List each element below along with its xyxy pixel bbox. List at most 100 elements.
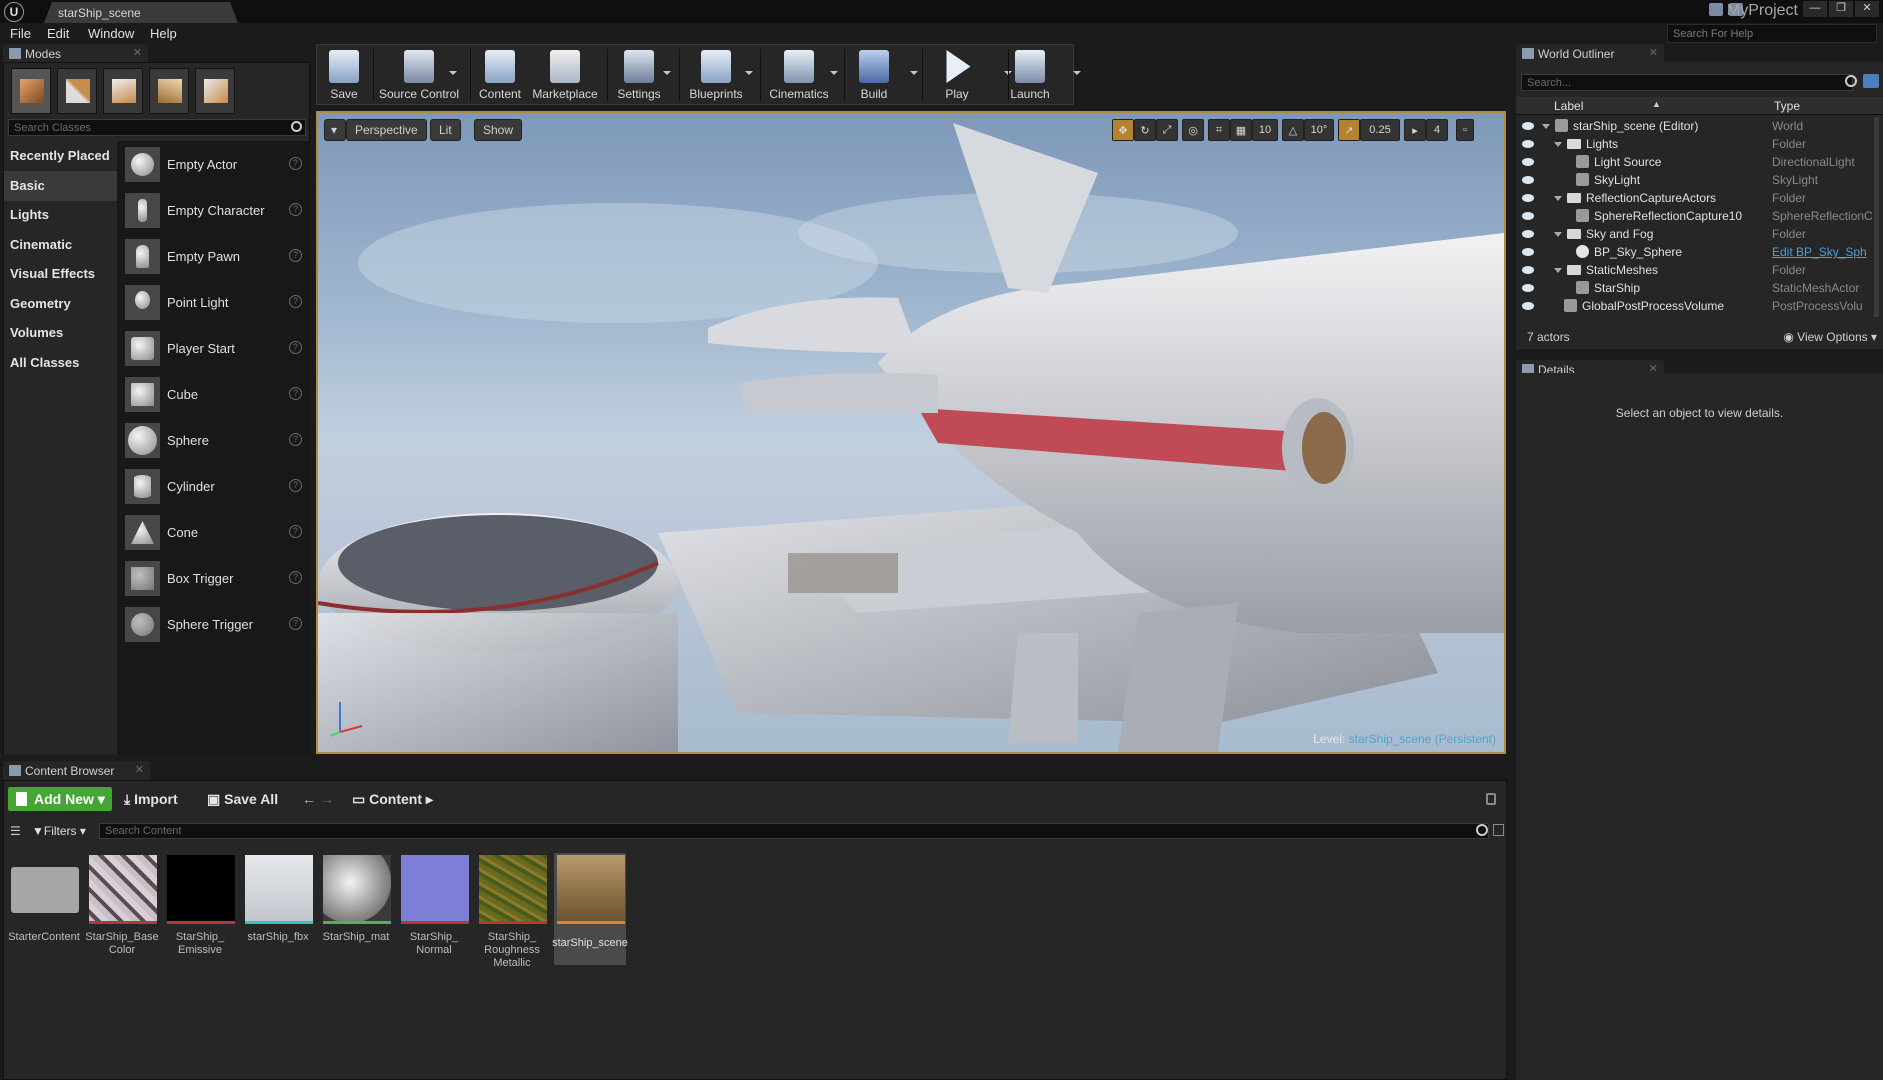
menu-file[interactable]: File (10, 26, 31, 41)
history-back-button[interactable]: ← (302, 787, 316, 811)
viewport-options-button[interactable]: ▾ (324, 119, 346, 141)
scale-snap-icon[interactable]: ↗ (1338, 119, 1360, 141)
path-breadcrumb[interactable]: ▭ Content ▸ (352, 787, 433, 811)
lock-icon[interactable] (1486, 793, 1496, 805)
asset-tile[interactable]: StarShip_mat (320, 853, 392, 973)
menu-edit[interactable]: Edit (47, 26, 69, 41)
asset-tile-selected[interactable]: starShip_scene (552, 853, 628, 965)
scale-tool-icon[interactable]: ⤢ (1156, 119, 1178, 141)
landscape-mode-button[interactable] (103, 68, 143, 114)
maximize-viewport-icon[interactable]: ▫ (1456, 119, 1474, 141)
category-cinematic[interactable]: Cinematic (4, 230, 117, 260)
visibility-eye-icon[interactable] (1522, 122, 1534, 130)
build-button[interactable]: Build (848, 45, 918, 105)
marketplace-button[interactable]: Marketplace (529, 45, 601, 105)
outliner-row[interactable]: BP_Sky_Sphere Edit BP_Sky_Sph (1516, 243, 1876, 261)
outliner-row[interactable]: StaticMeshes Folder (1516, 261, 1876, 279)
filters-button[interactable]: ▼Filters ▾ (32, 824, 86, 838)
world-space-icon[interactable]: ◎ (1182, 119, 1204, 141)
save-all-button[interactable]: ▣ Save All (207, 787, 278, 811)
close-icon[interactable]: ✕ (1649, 46, 1658, 59)
list-item[interactable]: Box Trigger? (117, 557, 310, 601)
help-search-input[interactable]: Search For Help (1667, 24, 1877, 43)
asset-tile[interactable]: StarterContent (8, 853, 80, 973)
add-new-button[interactable]: Add New ▾ (8, 787, 112, 811)
list-item[interactable]: Empty Character? (117, 189, 310, 233)
close-icon[interactable]: ✕ (133, 46, 142, 59)
save-search-icon[interactable] (1493, 824, 1504, 836)
scale-snap-value[interactable]: 0.25 (1360, 119, 1400, 141)
visibility-eye-icon[interactable] (1522, 302, 1534, 310)
asset-tile[interactable]: StarShip_Base Color (85, 853, 159, 973)
category-recently-placed[interactable]: Recently Placed (4, 141, 117, 171)
visibility-eye-icon[interactable] (1522, 230, 1534, 238)
close-button[interactable]: ✕ (1855, 1, 1879, 17)
history-forward-button[interactable]: → (320, 787, 334, 811)
help-icon[interactable]: ? (289, 157, 302, 170)
blueprints-button[interactable]: Blueprints (683, 45, 753, 105)
geometry-mode-button[interactable] (195, 68, 235, 114)
settings-button[interactable]: Settings (611, 45, 671, 105)
edit-blueprint-link[interactable]: Edit BP_Sky_Sph (1772, 245, 1867, 259)
list-item[interactable]: Cube? (117, 373, 310, 417)
visibility-eye-icon[interactable] (1522, 212, 1534, 220)
category-volumes[interactable]: Volumes (4, 318, 117, 348)
help-icon[interactable]: ? (289, 433, 302, 446)
list-item[interactable]: Empty Actor? (117, 143, 310, 187)
help-icon[interactable]: ? (289, 387, 302, 400)
category-visual-effects[interactable]: Visual Effects (4, 259, 117, 289)
play-button[interactable]: Play (926, 45, 1012, 105)
view-options-button[interactable]: ◉ View Options ▾ (1783, 330, 1877, 344)
category-lights[interactable]: Lights (4, 200, 117, 230)
menu-window[interactable]: Window (88, 26, 134, 41)
visibility-eye-icon[interactable] (1522, 158, 1534, 166)
content-browser-tab[interactable]: Content Browser ✕ (3, 761, 150, 780)
help-icon[interactable]: ? (289, 525, 302, 538)
visibility-eye-icon[interactable] (1522, 248, 1534, 256)
search-classes-input[interactable]: Search Classes (8, 119, 306, 136)
column-type[interactable]: Type (1774, 99, 1800, 113)
show-button[interactable]: Show (474, 119, 523, 141)
outliner-row[interactable]: SkyLight SkyLight (1516, 171, 1876, 189)
minimize-button[interactable]: — (1803, 1, 1827, 17)
help-icon[interactable]: ? (289, 571, 302, 584)
outliner-scrollbar[interactable] (1874, 117, 1879, 317)
help-icon[interactable]: ? (289, 249, 302, 262)
list-item[interactable]: Player Start? (117, 327, 310, 371)
help-icon[interactable]: ? (289, 341, 302, 354)
asset-tile[interactable]: starShip_fbx (242, 853, 314, 973)
notification-icon[interactable] (1709, 3, 1723, 16)
launch-button[interactable]: Launch (997, 45, 1081, 105)
asset-tile[interactable]: StarShip_ Roughness Metallic (476, 853, 548, 973)
modes-tab[interactable]: Modes ✕ (3, 44, 148, 63)
asset-tile[interactable]: StarShip_ Emissive (164, 853, 236, 973)
list-item[interactable]: Cylinder? (117, 465, 310, 509)
level-viewport[interactable]: ▾ Perspective Lit Show ✥ ↻ ⤢ ◎ ⌗ ▦ 10 △ … (316, 111, 1506, 754)
menu-help[interactable]: Help (150, 26, 177, 41)
outliner-row[interactable]: StarShip StaticMeshActor (1516, 279, 1876, 297)
rotation-snap-icon[interactable]: △ (1282, 119, 1304, 141)
foliage-mode-button[interactable] (149, 68, 189, 114)
outliner-row[interactable]: Lights Folder (1516, 135, 1876, 153)
outliner-search-input[interactable]: Search... (1521, 74, 1853, 91)
surface-snap-icon[interactable]: ⌗ (1208, 119, 1230, 141)
category-basic[interactable]: Basic (4, 171, 117, 201)
list-item[interactable]: Sphere? (117, 419, 310, 463)
outliner-row[interactable]: SphereReflectionCapture10 SphereReflectio… (1516, 207, 1876, 225)
grid-snap-icon[interactable]: ▦ (1230, 119, 1252, 141)
help-icon[interactable]: ? (289, 479, 302, 492)
rotation-snap-value[interactable]: 10° (1304, 119, 1334, 141)
save-button[interactable]: Save (319, 45, 369, 105)
list-item[interactable]: Cone? (117, 511, 310, 555)
list-item[interactable]: Sphere Trigger? (117, 603, 310, 647)
list-item[interactable]: Empty Pawn? (117, 235, 310, 279)
place-mode-button[interactable] (11, 68, 51, 114)
list-item[interactable]: Point Light? (117, 281, 310, 325)
perspective-button[interactable]: Perspective (346, 119, 427, 141)
visibility-eye-icon[interactable] (1522, 194, 1534, 202)
help-icon[interactable]: ? (289, 203, 302, 216)
outliner-row[interactable]: starShip_scene (Editor) World (1516, 117, 1876, 135)
outliner-row[interactable]: Sky and Fog Folder (1516, 225, 1876, 243)
paint-mode-button[interactable] (57, 68, 97, 114)
category-all-classes[interactable]: All Classes (4, 348, 117, 378)
